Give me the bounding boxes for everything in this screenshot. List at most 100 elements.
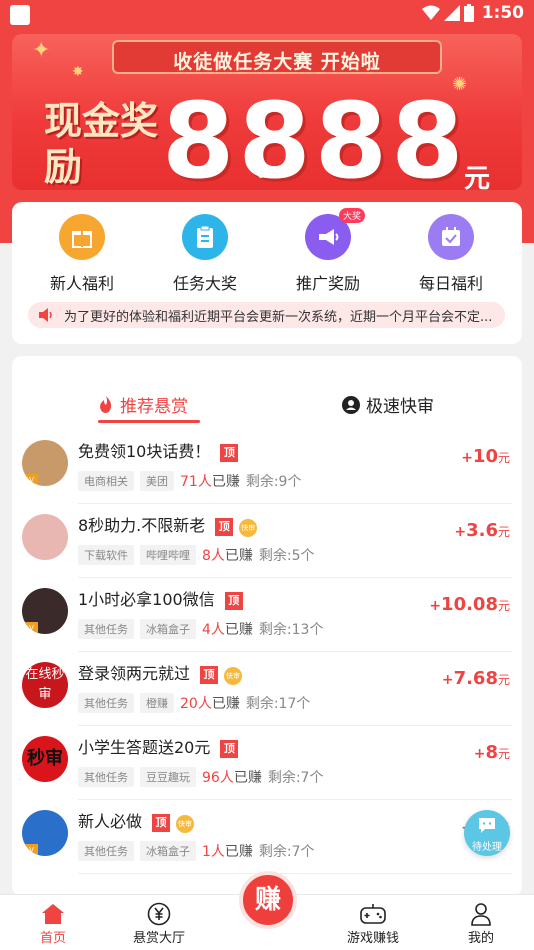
gift-icon (59, 214, 105, 260)
task-row[interactable]: LV 新人必做顶快审 其他任务 冰箱盒子 1人已赚 剩余:7个 +10元 (12, 800, 522, 874)
user-circle-icon (342, 395, 360, 414)
quick-action-label: 新人福利 (49, 274, 114, 293)
quick-action-daily[interactable]: 每日福利 (391, 214, 511, 294)
task-row[interactable]: LV 免费领10块话费！顶 电商相关 美团 71人已赚 剩余:9个 +10元 (12, 430, 522, 504)
task-tag: 其他任务 (78, 693, 134, 713)
notice-bar[interactable]: 为了更好的体验和福利近期平台会更新一次系统，近期一个月平台会不定... (28, 302, 505, 328)
earn-center-button[interactable]: 赚 (239, 871, 297, 929)
nav-label: 悬赏大厅 (132, 931, 185, 946)
firework-decoration: ✸ (72, 64, 84, 80)
promo-banner[interactable]: ✦ ✸ ✺ 收徒做任务大赛 开始啦 现金奖励 8888 元 (12, 34, 522, 190)
firework-decoration: ✦ (32, 38, 51, 63)
quick-action-label: 任务大奖 (172, 274, 237, 293)
banner-ribbon: 收徒做任务大赛 开始啦 (112, 40, 442, 74)
tab-recommended[interactable]: 推荐悬赏 (98, 392, 188, 417)
earned-suffix: 已赚 (224, 622, 253, 638)
task-tag: 电商相关 (78, 471, 134, 491)
banner-amount: 8888 (162, 80, 468, 190)
flame-icon (100, 395, 112, 413)
pending-label: 待处理 (472, 842, 502, 853)
fast-review-badge: 快审 (224, 667, 243, 685)
quick-action-task-prize[interactable]: 任务大奖 (145, 214, 265, 294)
pager-dot (258, 172, 264, 178)
task-tag: 哔哩哔哩 (140, 545, 196, 565)
quick-action-newbie[interactable]: 新人福利 (22, 214, 142, 294)
remaining-count: 剩余:17个 (245, 696, 311, 712)
quick-action-label: 推广奖励 (295, 274, 360, 293)
status-bar: 1:50 (0, 0, 534, 28)
fast-review-badge: 快审 (239, 519, 258, 537)
task-title: 免费领10块话费！顶 (78, 438, 239, 462)
task-meta: 其他任务 橙赚 20人已赚 剩余:17个 (78, 693, 310, 713)
status-time: 1:50 (481, 3, 524, 23)
top-badge: 顶 (220, 740, 239, 758)
earned-count: 20人 (180, 696, 212, 712)
earned-count: 71人 (180, 474, 212, 490)
task-row[interactable]: 在线秒审 登录领两元就过顶快审 其他任务 橙赚 20人已赚 剩余:17个 +7.… (12, 652, 522, 726)
tab-label: 极速快审 (366, 397, 434, 417)
calendar-check-icon (428, 214, 474, 260)
task-avatar: LV (22, 810, 68, 856)
speaker-icon (39, 308, 52, 322)
pager-dot (270, 172, 276, 178)
banner-unit: 元 (464, 164, 491, 190)
quick-action-promotion[interactable]: 大奖 推广奖励 (268, 208, 388, 294)
nav-label: 我的 (467, 931, 494, 946)
user-icon (436, 901, 526, 927)
clipboard-icon (182, 214, 228, 260)
task-tag: 冰箱盒子 (140, 619, 196, 639)
banner-pager (258, 172, 276, 178)
task-avatar: 在线秒审 (22, 662, 68, 708)
task-title: 小学生答题送20元顶 (78, 734, 239, 758)
banner-cash-label: 现金奖励 (44, 99, 159, 189)
task-avatar: LV (22, 440, 68, 486)
task-reward: +8元 (473, 742, 510, 763)
task-reward: +10.08元 (429, 594, 510, 615)
task-avatar: 秒审 (22, 736, 68, 782)
nav-mine[interactable]: 我的 (436, 901, 526, 946)
task-reward: +10元 (461, 446, 510, 467)
task-list-card: 推荐悬赏 极速快审 LV 免费领10块话费！顶 电商相关 美团 71人已赚 剩余… (12, 356, 522, 896)
task-tag: 冰箱盒子 (140, 841, 196, 861)
battery-icon (464, 4, 474, 22)
chat-bubble-icon (464, 816, 510, 838)
nav-home[interactable]: 首页 (8, 901, 98, 946)
task-title: 新人必做顶快审 (78, 812, 195, 833)
task-row[interactable]: LV 1小时必拿100微信顶 其他任务 冰箱盒子 4人已赚 剩余:13个 +10… (12, 578, 522, 652)
gamepad-icon (328, 901, 418, 927)
wifi-icon (422, 5, 440, 20)
megaphone-icon: 大奖 (305, 208, 365, 260)
nav-game-earn[interactable]: 游戏赚钱 (328, 901, 418, 946)
task-tag: 下载软件 (78, 545, 134, 565)
task-meta: 其他任务 冰箱盒子 1人已赚 剩余:7个 (78, 841, 315, 861)
earned-count: 4人 (202, 622, 225, 638)
task-reward: +7.68元 (441, 668, 510, 689)
top-badge: 顶 (220, 444, 239, 462)
task-tag: 其他任务 (78, 619, 134, 639)
active-tab-indicator (98, 420, 200, 423)
pending-float-button[interactable]: 待处理 (464, 810, 510, 856)
task-tag: 豆豆趣玩 (140, 767, 196, 787)
notice-text: 为了更好的体验和福利近期平台会更新一次系统，近期一个月平台会不定... (64, 309, 493, 325)
top-badge: 顶 (152, 814, 171, 832)
nav-bounty-hall[interactable]: 悬赏大厅 (114, 901, 204, 946)
task-tag: 其他任务 (78, 841, 134, 861)
prize-badge: 大奖 (338, 208, 365, 223)
earned-suffix: 已赚 (233, 770, 262, 786)
fast-review-badge: 快审 (176, 815, 195, 833)
earned-suffix: 已赚 (224, 548, 253, 564)
bottom-nav: 首页 悬赏大厅 赚 游戏赚钱 我的 (0, 871, 534, 950)
earned-count: 8人 (202, 548, 225, 564)
tab-fast-review[interactable]: 极速快审 (342, 392, 434, 417)
task-tag: 美团 (140, 471, 174, 491)
remaining-count: 剩余:9个 (245, 474, 302, 490)
task-row[interactable]: 8秒助力.不限新老顶快审 下载软件 哔哩哔哩 8人已赚 剩余:5个 +3.6元 (12, 504, 522, 578)
home-icon (8, 901, 98, 927)
task-title: 8秒助力.不限新老顶快审 (78, 516, 258, 537)
task-tag: 橙赚 (140, 693, 174, 713)
nav-label: 游戏赚钱 (346, 931, 399, 946)
task-avatar: LV (22, 588, 68, 634)
task-row[interactable]: 秒审 小学生答题送20元顶 其他任务 豆豆趣玩 96人已赚 剩余:7个 +8元 (12, 726, 522, 800)
task-meta: 电商相关 美团 71人已赚 剩余:9个 (78, 471, 301, 491)
top-badge: 顶 (224, 592, 243, 610)
